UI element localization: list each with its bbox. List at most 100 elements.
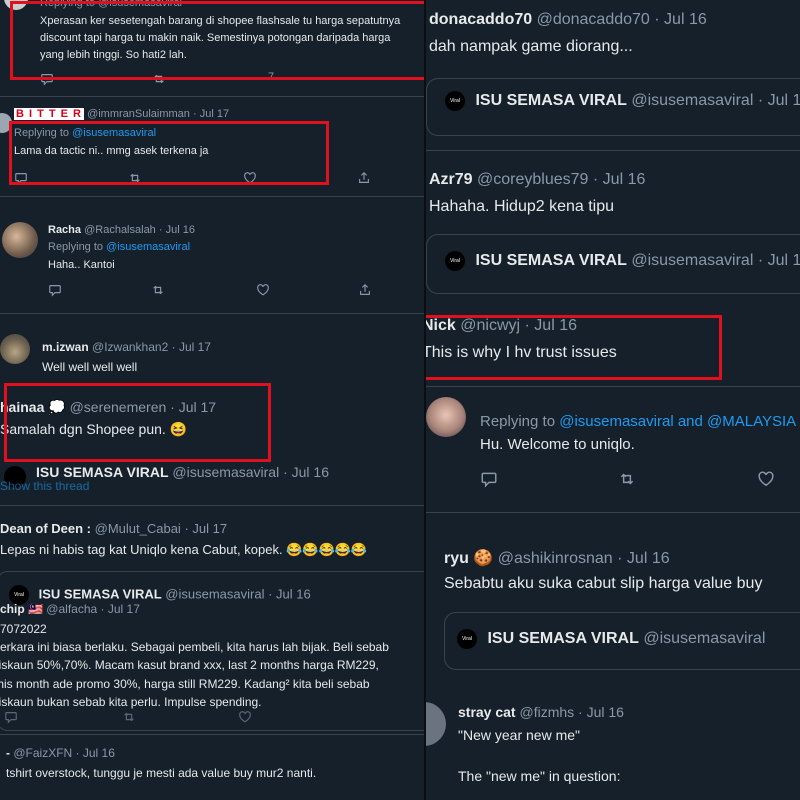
quote-header: Viral ISU SEMASA VIRAL @isusemasaviral ·… [445,251,800,271]
replying-prefix: Replying to [480,413,556,430]
user-name[interactable]: m.izwan [42,340,89,354]
tweet-header: donacaddo70 @donacaddo70 · Jul 16 [429,11,707,29]
avatar[interactable] [2,222,38,258]
user-handle[interactable]: @fizmhs [519,704,574,720]
tweet-date[interactable]: · Jul 16 [617,550,669,567]
user-name[interactable]: ryu 🍪 [444,550,493,567]
right-screenshot: donacaddo70 @donacaddo70 · Jul 16 dah na… [426,0,800,800]
user-handle[interactable]: @alfacha [46,602,97,616]
user-name[interactable]: Racha [48,224,81,236]
replying-handle[interactable]: @isusemasaviral [72,127,156,139]
user-handle[interactable]: @FaizXFN [13,746,72,760]
user-handle[interactable]: @Rachalsalah [84,224,156,236]
user-name[interactable]: hainaa 💭 [0,399,66,415]
replying-to: Replying to @isusemasaviral and @MALAYSI… [480,413,796,430]
tweet-date[interactable]: · Jul 17 [170,399,216,415]
like-count[interactable]: 7 [268,71,274,83]
share-icon[interactable] [358,283,372,300]
avatar[interactable] [426,397,466,437]
user-handle[interactable]: @Mulut_Cabai [95,521,181,536]
retweet-icon[interactable] [122,710,136,727]
user-name[interactable]: stray cat [458,704,516,720]
user-handle[interactable]: @nicwyj [460,317,520,334]
quote-user-name[interactable]: ISU SEMASA VIRAL [475,252,626,269]
user-name[interactable]: Azr79 [429,171,473,188]
tweet-header: m.izwan @Izwankhan2 · Jul 17 [42,340,211,354]
user-name[interactable]: - [6,746,10,760]
retweet-icon[interactable] [151,283,165,300]
user-name[interactable]: Nick [426,317,456,334]
tweet-date[interactable]: · Jul 16 [525,317,577,334]
avatar[interactable] [0,334,30,364]
quote-user-handle[interactable]: @isusemasaviral [643,630,765,647]
left-screenshot: Replying to @isusemasaviral Xperasan ker… [0,0,424,800]
reply-icon[interactable] [480,470,498,491]
reply-icon[interactable] [4,710,18,727]
quote-user-name[interactable]: ISU SEMASA VIRAL [39,586,162,601]
tweet-header: Nick @nicwyj · Jul 16 [426,317,577,335]
user-name[interactable]: Dean of Deen : [0,521,91,536]
tweet-text: This is why I hv trust issues [426,344,617,361]
tweet-date[interactable]: · Jul 17 [172,340,211,354]
tweet-date[interactable]: · Jul 16 [578,704,624,720]
divider [0,196,424,197]
tweet-date[interactable]: · Jul 16 [159,224,195,236]
share-icon[interactable] [357,171,371,188]
user-name[interactable]: ISU SEMASA VIRAL [36,464,169,480]
user-name[interactable]: donacaddo70 [429,11,532,28]
like-icon[interactable] [757,470,775,491]
avatar[interactable] [426,702,446,746]
show-thread-link[interactable]: Show this thread [0,479,89,493]
avatar[interactable] [0,113,12,133]
tweet-date[interactable]: · Jul 17 [101,602,140,616]
quoted-tweet[interactable]: Viral ISU SEMASA VIRAL @isusemasaviral [444,612,800,670]
replying-handles[interactable]: @isusemasaviral and @MALAYSIA [559,413,796,430]
tweet-header: Azr79 @coreyblues79 · Jul 16 [429,171,645,189]
replying-to: Replying to @isusemasaviral [48,241,190,253]
tweet-date[interactable]: · Jul 17 [193,108,229,120]
tweet-text: dah nampak game diorang... [429,38,633,55]
reply-icon[interactable] [14,171,28,188]
quote-header: Viral ISU SEMASA VIRAL @isusemasaviral ·… [445,91,800,111]
quote-header: Viral ISU SEMASA VIRAL @isusemasaviral [457,629,765,649]
tweet-text-line: Perkara ini biasa berlaku. Sebagai pembe… [0,640,389,654]
tweet-date[interactable]: · Jul 17 [184,521,227,536]
quote-user-handle[interactable]: @isusemasaviral [631,92,753,109]
tweet-date[interactable]: · Jul 16 [593,171,645,188]
user-handle[interactable]: @isusemasaviral [172,464,279,480]
retweet-icon[interactable] [128,171,142,188]
tweet-date[interactable]: · Jul 16 [283,464,329,480]
quote-date[interactable]: · Jul 16 [758,252,800,269]
user-handle[interactable]: @donacaddo70 [537,11,650,28]
reply-icon[interactable] [48,283,62,300]
user-handle[interactable]: @Izwankhan2 [92,340,168,354]
like-icon[interactable] [256,283,270,300]
replying-handle[interactable]: @isusemasaviral [106,241,190,253]
user-handle[interactable]: @ashikinrosnan [498,550,613,567]
quote-date[interactable]: · Jul 16 [268,586,311,601]
quote-user-name[interactable]: ISU SEMASA VIRAL [475,92,626,109]
like-icon[interactable] [243,171,257,188]
quote-user-handle[interactable]: @isusemasaviral [631,252,753,269]
tweet-date[interactable]: · Jul 16 [654,11,706,28]
user-handle[interactable]: @serenemeren [70,399,167,415]
tweet-text: Samalah dgn Shopee pun. 😆 [0,421,188,437]
quoted-tweet[interactable]: Viral ISU SEMASA VIRAL @isusemasaviral ·… [426,234,800,294]
user-name[interactable]: chip 🇲🇾 [0,602,43,616]
like-icon[interactable] [238,710,252,727]
avatar[interactable] [4,0,28,10]
user-handle[interactable]: @immranSulaimman [87,108,190,120]
quote-user-name[interactable]: ISU SEMASA VIRAL [487,630,638,647]
quote-user-handle[interactable]: @isusemasaviral [165,586,264,601]
viral-badge-icon: Viral [457,629,477,649]
user-handle[interactable]: @coreyblues79 [477,171,588,188]
replying-to: Replying to @isusemasaviral [14,127,156,139]
tweet-text-line: The "new me" in question: [458,768,621,784]
reply-icon[interactable] [40,72,54,89]
retweet-icon[interactable] [152,72,166,89]
retweet-icon[interactable] [618,470,636,491]
user-name[interactable]: B I T T E R [14,108,84,120]
tweet-date[interactable]: · Jul 16 [76,746,115,760]
quoted-tweet[interactable]: Viral ISU SEMASA VIRAL @isusemasaviral ·… [426,78,800,136]
quote-date[interactable]: · Jul 16 [758,92,800,109]
